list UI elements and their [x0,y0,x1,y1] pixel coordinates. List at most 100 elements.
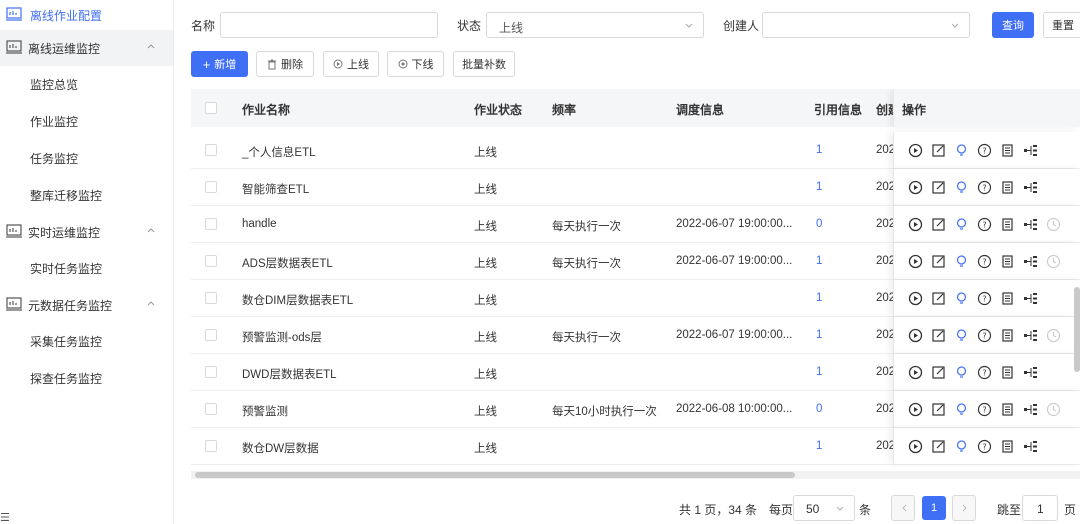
table-row[interactable]: handle 上线 每天执行一次 2022-06-07 19:00:00... 0 202… [191,206,1080,243]
sidebar-group-offline-ops[interactable]: 离线运维监控 [0,30,173,66]
table-row[interactable]: _个人信息ETL 上线 1 202? [191,132,1080,169]
table-row[interactable]: 预警监测-ods层 上线 每天执行一次 2022-06-07 19:00:00... 1… [191,317,1080,354]
horizontal-scrollbar[interactable] [195,472,795,478]
lineage-icon[interactable] [1023,143,1038,158]
help-circle-icon[interactable]: ? [977,291,992,306]
lineage-icon[interactable] [1023,217,1038,232]
help-circle-icon[interactable]: ? [977,217,992,232]
batch-backfill-button[interactable]: 批量补数 [453,51,515,77]
play-circle-icon[interactable] [908,291,923,306]
creator-select[interactable] [762,12,970,38]
clock-icon[interactable] [1046,328,1061,343]
job-name[interactable]: ADS层数据表ETL [242,255,333,271]
log-icon[interactable] [1000,217,1015,232]
lightbulb-icon[interactable] [954,402,969,417]
edit-icon[interactable] [931,143,946,158]
log-icon[interactable] [1000,328,1015,343]
lightbulb-icon[interactable] [954,143,969,158]
job-reference-count[interactable]: 1 [816,181,822,193]
job-name[interactable]: _个人信息ETL [242,144,316,160]
reset-button[interactable]: 重置 [1043,12,1080,38]
vertical-scrollbar[interactable] [1074,287,1080,372]
jump-page-input[interactable]: 1 [1022,495,1058,521]
edit-icon[interactable] [931,254,946,269]
lineage-icon[interactable] [1023,291,1038,306]
name-input[interactable] [220,12,438,38]
sidebar-item-monitor-overview[interactable]: 监控总览 [0,66,173,103]
prev-page-button[interactable] [891,495,915,521]
lightbulb-icon[interactable] [954,439,969,454]
query-button[interactable]: 查询 [992,12,1034,38]
row-checkbox[interactable] [205,329,217,341]
log-icon[interactable] [1000,180,1015,195]
job-name[interactable]: 预警监测-ods层 [242,329,322,345]
clock-icon[interactable] [1046,402,1061,417]
job-reference-count[interactable]: 1 [816,440,822,452]
per-page-select[interactable]: 50 [793,495,855,521]
edit-icon[interactable] [931,402,946,417]
job-reference-count[interactable]: 0 [816,218,822,230]
help-circle-icon[interactable]: ? [977,180,992,195]
job-reference-count[interactable]: 1 [816,255,822,267]
sidebar-item-collect-task-monitor[interactable]: 采集任务监控 [0,323,173,360]
select-all-checkbox[interactable] [205,102,217,114]
sidebar-group-realtime-ops[interactable]: 实时运维监控 [0,214,173,250]
clock-icon[interactable] [1046,254,1061,269]
log-icon[interactable] [1000,143,1015,158]
play-circle-icon[interactable] [908,439,923,454]
row-checkbox[interactable] [205,181,217,193]
job-reference-count[interactable]: 1 [816,292,822,304]
sidebar-item-probe-task-monitor[interactable]: 探查任务监控 [0,360,173,397]
help-circle-icon[interactable]: ? [977,254,992,269]
edit-icon[interactable] [931,439,946,454]
table-row[interactable]: 数仓DIM层数据表ETL 上线 1 202? [191,280,1080,317]
sidebar-item-db-migration-monitor[interactable]: 整库迁移监控 [0,177,173,214]
lightbulb-icon[interactable] [954,328,969,343]
play-circle-icon[interactable] [908,180,923,195]
sidebar-item-realtime-task-monitor[interactable]: 实时任务监控 [0,250,173,287]
row-checkbox[interactable] [205,218,217,230]
help-circle-icon[interactable]: ? [977,365,992,380]
job-name[interactable]: 数仓DIM层数据表ETL [242,292,353,308]
lineage-icon[interactable] [1023,328,1038,343]
table-row[interactable]: 智能筛查ETL 上线 1 202? [191,169,1080,206]
delete-button[interactable]: 删除 [256,51,314,77]
log-icon[interactable] [1000,365,1015,380]
clock-icon[interactable] [1046,217,1061,232]
lineage-icon[interactable] [1023,365,1038,380]
sidebar-item-job-monitor[interactable]: 作业监控 [0,103,173,140]
lightbulb-icon[interactable] [954,254,969,269]
job-name[interactable]: 智能筛查ETL [242,181,309,197]
log-icon[interactable] [1000,254,1015,269]
row-checkbox[interactable] [205,292,217,304]
offline-button[interactable]: 下线 [387,51,444,77]
play-circle-icon[interactable] [908,254,923,269]
row-checkbox[interactable] [205,403,217,415]
table-row[interactable]: DWD层数据表ETL 上线 1 202? [191,354,1080,391]
play-circle-icon[interactable] [908,402,923,417]
sidebar-item-offline-config[interactable]: 离线作业配置 [0,0,173,30]
row-checkbox[interactable] [205,144,217,156]
sidebar-item-task-monitor[interactable]: 任务监控 [0,140,173,177]
edit-icon[interactable] [931,365,946,380]
row-checkbox[interactable] [205,440,217,452]
row-checkbox[interactable] [205,255,217,267]
edit-icon[interactable] [931,291,946,306]
lightbulb-icon[interactable] [954,365,969,380]
edit-icon[interactable] [931,180,946,195]
table-row[interactable]: ADS层数据表ETL 上线 每天执行一次 2022-06-07 19:00:00...… [191,243,1080,280]
help-circle-icon[interactable]: ? [977,439,992,454]
sidebar-group-metadata-monitor[interactable]: 元数据任务监控 [0,287,173,323]
log-icon[interactable] [1000,439,1015,454]
next-page-button[interactable] [952,495,976,521]
play-circle-icon[interactable] [908,217,923,232]
job-name[interactable]: DWD层数据表ETL [242,366,337,382]
job-reference-count[interactable]: 1 [816,366,822,378]
job-name[interactable]: handle [242,218,277,230]
log-icon[interactable] [1000,402,1015,417]
lineage-icon[interactable] [1023,180,1038,195]
online-button[interactable]: 上线 [323,51,379,77]
help-circle-icon[interactable]: ? [977,328,992,343]
table-row[interactable]: 数仓DW层数据 上线 1 202? [191,428,1080,465]
lineage-icon[interactable] [1023,439,1038,454]
